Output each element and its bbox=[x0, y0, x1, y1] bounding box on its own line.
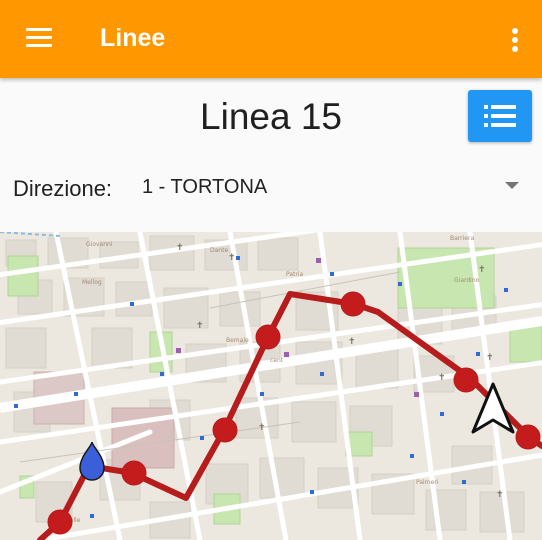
svg-text:cent: cent bbox=[270, 357, 284, 364]
dropdown-caret-icon bbox=[505, 182, 519, 189]
bus-stop[interactable] bbox=[212, 417, 238, 443]
bus-stop[interactable] bbox=[340, 291, 366, 317]
svg-text:✝: ✝ bbox=[438, 373, 446, 383]
svg-text:Palmeri: Palmeri bbox=[416, 479, 439, 486]
list-icon bbox=[484, 105, 516, 127]
svg-text:✝: ✝ bbox=[258, 423, 266, 433]
svg-text:✝: ✝ bbox=[496, 490, 504, 500]
svg-text:✝: ✝ bbox=[486, 353, 494, 363]
more-options-button[interactable] bbox=[498, 22, 532, 56]
svg-text:Barriera: Barriera bbox=[450, 235, 474, 242]
direction-dropdown[interactable]: 1 - TORTONA bbox=[134, 168, 532, 208]
svg-text:Mellog: Mellog bbox=[82, 279, 102, 286]
direction-value: 1 - TORTONA bbox=[142, 176, 268, 198]
svg-text:✝: ✝ bbox=[478, 265, 486, 275]
bus-stop[interactable] bbox=[47, 509, 73, 535]
bus-stop[interactable] bbox=[453, 367, 479, 393]
svg-text:✝: ✝ bbox=[228, 253, 236, 263]
bus-stop[interactable] bbox=[121, 460, 147, 486]
svg-text:Dante: Dante bbox=[210, 247, 228, 254]
svg-text:Bemale: Bemale bbox=[226, 337, 249, 344]
svg-text:Giovanni: Giovanni bbox=[86, 241, 113, 248]
line-panel: Linea 15 Direzione: 1 - TORTONA bbox=[0, 78, 542, 232]
line-title: Linea 15 bbox=[200, 96, 342, 137]
app-bar: Linee bbox=[0, 0, 542, 78]
svg-text:✝: ✝ bbox=[348, 337, 356, 347]
direction-label: Direzione: bbox=[13, 176, 113, 201]
svg-text:Giardino: Giardino bbox=[454, 277, 480, 284]
bus-stop[interactable] bbox=[255, 324, 281, 350]
map-view[interactable]: ✝ ✝ ✝ ✝ ✝ ✝ ✝ ✝ ✝ Giovanni Dante Bemale Patria B… bbox=[0, 232, 542, 540]
stops-list-button[interactable] bbox=[468, 90, 532, 142]
svg-text:Patria: Patria bbox=[286, 271, 304, 278]
bus-stop[interactable] bbox=[515, 424, 541, 450]
svg-text:✝: ✝ bbox=[196, 321, 204, 331]
menu-button[interactable] bbox=[14, 22, 62, 56]
app-title: Linee bbox=[100, 24, 166, 52]
svg-text:✝: ✝ bbox=[176, 243, 184, 253]
